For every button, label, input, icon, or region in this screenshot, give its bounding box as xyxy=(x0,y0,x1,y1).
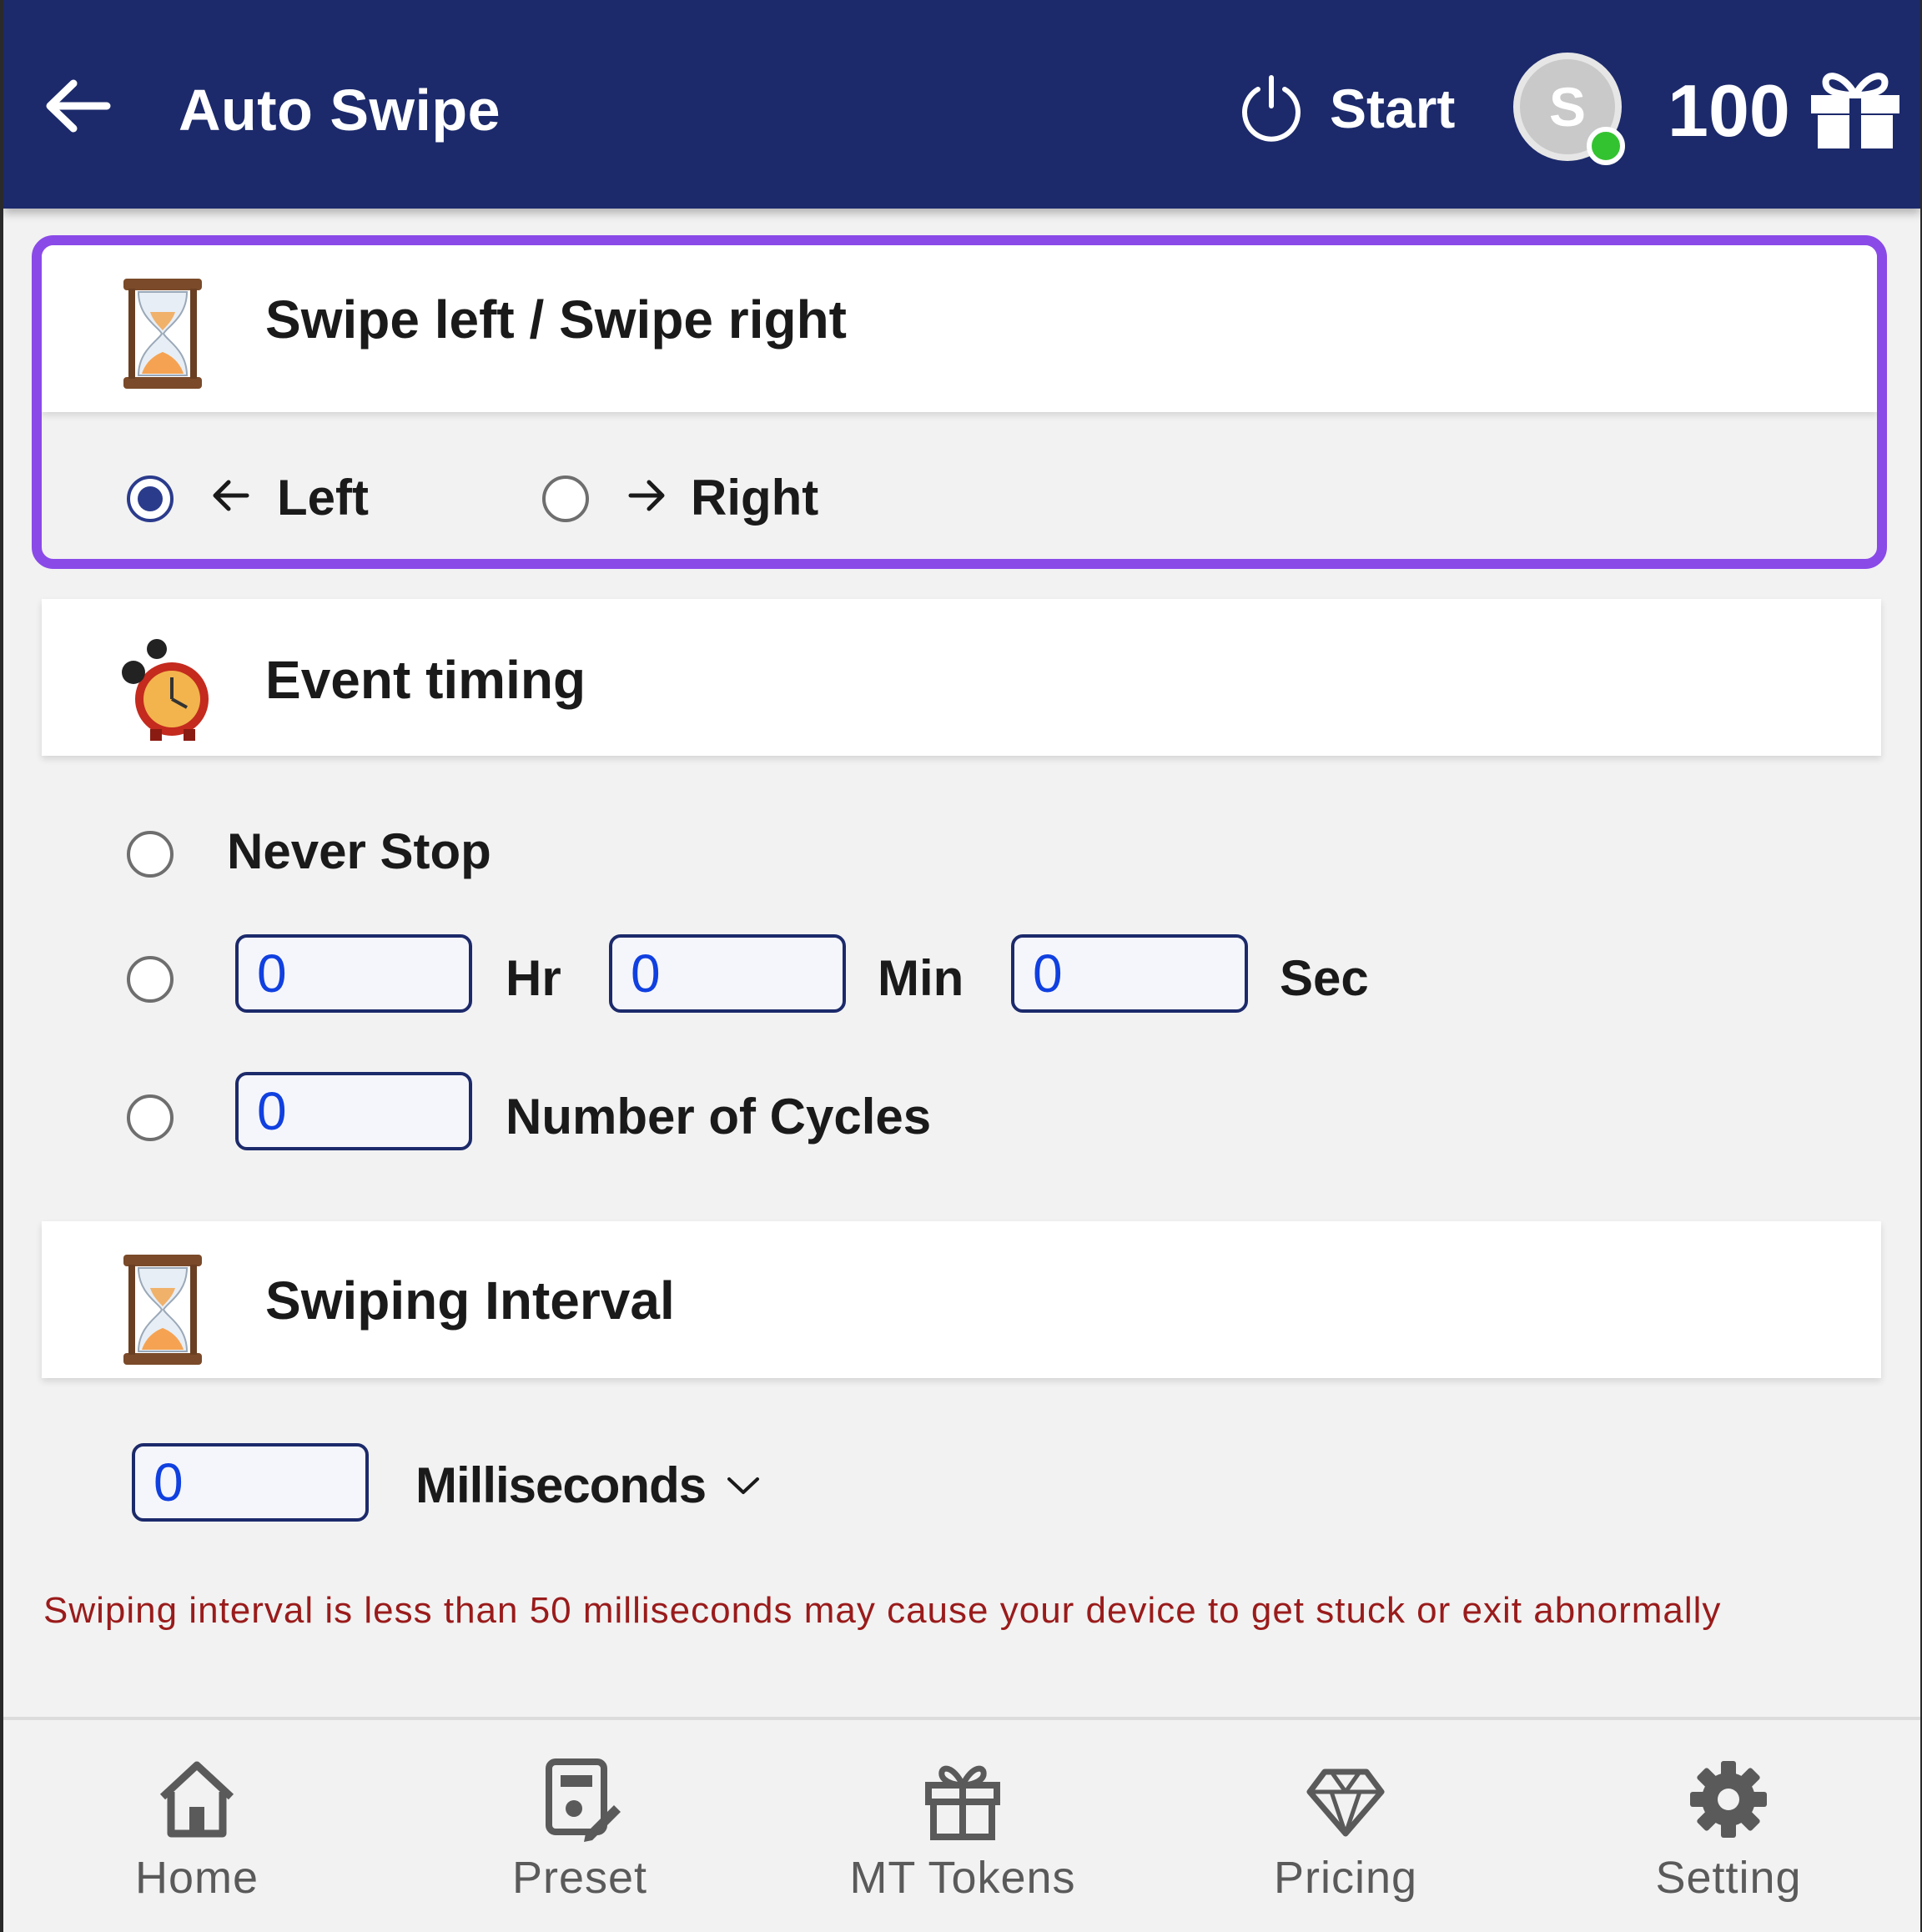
bottom-nav: Home Preset MT Tokens Pricing Setting xyxy=(3,1717,1920,1932)
cycles-radio[interactable] xyxy=(127,1094,174,1141)
gear-icon xyxy=(1690,1761,1767,1838)
hours-input[interactable] xyxy=(235,934,472,1013)
avatar-letter: S xyxy=(1548,76,1587,138)
chevron-down-icon xyxy=(727,1477,760,1494)
cycles-input[interactable] xyxy=(235,1072,472,1150)
event-timing-header: Event timing xyxy=(42,599,1881,756)
seconds-unit-label: Sec xyxy=(1280,950,1369,1006)
hourglass-icon xyxy=(123,1255,202,1365)
duration-radio[interactable] xyxy=(127,956,174,1003)
gift-icon xyxy=(925,1765,1000,1840)
minutes-unit-label: Min xyxy=(878,950,964,1006)
page-title: Auto Swipe xyxy=(179,78,501,143)
start-label: Start xyxy=(1330,78,1456,139)
arrow-left-icon xyxy=(213,480,249,511)
never-stop-label[interactable]: Never Stop xyxy=(227,823,491,880)
interval-warning-text: Swiping interval is less than 50 millise… xyxy=(43,1590,1722,1631)
nav-pricing-label: Pricing xyxy=(1273,1853,1418,1903)
start-button[interactable]: Start xyxy=(1238,68,1455,148)
nav-setting-label: Setting xyxy=(1655,1853,1802,1903)
hourglass-icon xyxy=(123,279,202,389)
top-app-bar: Auto Swipe Start S 100 xyxy=(3,0,1920,209)
right-label[interactable]: Right xyxy=(691,469,818,526)
nav-preset[interactable]: Preset xyxy=(455,1753,705,1904)
diamond-icon xyxy=(1306,1768,1385,1837)
swipe-direction-card: Swipe left / Swipe right Left Right xyxy=(32,235,1887,569)
preset-icon xyxy=(546,1758,621,1842)
home-icon xyxy=(159,1761,234,1838)
gift-icon[interactable] xyxy=(1801,67,1909,150)
nav-pricing[interactable]: Pricing xyxy=(1220,1753,1471,1904)
nav-mt-tokens-label: MT Tokens xyxy=(849,1853,1076,1903)
event-timing-title: Event timing xyxy=(265,650,586,710)
right-radio[interactable] xyxy=(542,475,589,522)
nav-setting[interactable]: Setting xyxy=(1603,1753,1854,1904)
left-radio[interactable] xyxy=(127,475,174,522)
nav-mt-tokens[interactable]: MT Tokens xyxy=(838,1753,1088,1904)
left-label[interactable]: Left xyxy=(277,469,369,526)
cycles-label: Number of Cycles xyxy=(506,1089,932,1145)
online-status-dot xyxy=(1587,127,1625,165)
swiping-interval-header: Swiping Interval xyxy=(42,1221,1881,1378)
interval-unit-label: Milliseconds xyxy=(415,1457,707,1513)
nav-preset-label: Preset xyxy=(511,1853,648,1903)
hours-unit-label: Hr xyxy=(506,950,561,1006)
alarm-clock-icon xyxy=(122,639,209,741)
back-arrow-icon[interactable] xyxy=(40,68,115,143)
token-count: 100 xyxy=(1668,69,1790,152)
interval-unit-select[interactable]: Milliseconds xyxy=(415,1457,764,1514)
swipe-direction-title: Swipe left / Swipe right xyxy=(265,289,847,350)
app-frame: Auto Swipe Start S 100 Swipe left / Swip… xyxy=(3,0,1920,1932)
nav-home[interactable]: Home xyxy=(72,1753,322,1904)
swiping-interval-title: Swiping Interval xyxy=(265,1270,675,1331)
interval-input[interactable] xyxy=(132,1443,369,1522)
minutes-input[interactable] xyxy=(609,934,846,1013)
power-icon xyxy=(1242,75,1301,142)
swipe-direction-header: Swipe left / Swipe right xyxy=(42,245,1877,412)
nav-home-label: Home xyxy=(134,1853,259,1903)
arrow-right-icon xyxy=(628,480,665,511)
never-stop-radio[interactable] xyxy=(127,831,174,878)
seconds-input[interactable] xyxy=(1011,934,1248,1013)
